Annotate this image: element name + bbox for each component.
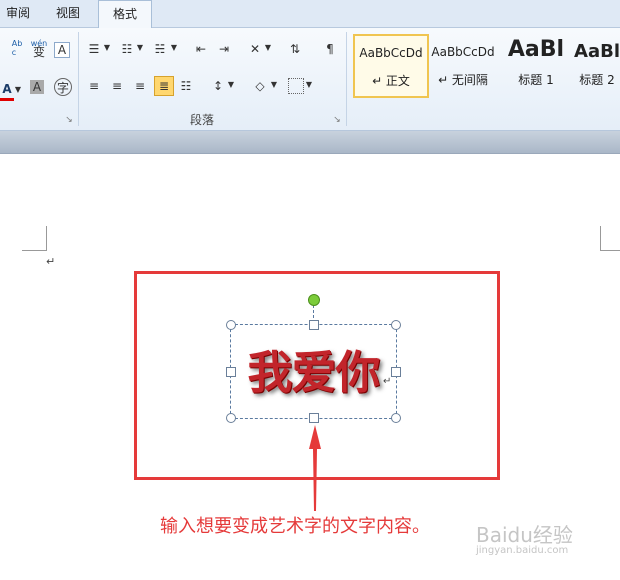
paragraph-group-label: 段落: [190, 113, 215, 127]
resize-handle-top[interactable]: [309, 320, 319, 330]
increase-indent-icon[interactable]: ⇥: [216, 41, 232, 57]
font-color-icon[interactable]: A: [0, 80, 14, 101]
chevron-down-icon[interactable]: ▼: [136, 43, 144, 52]
style-label: ↵ 正文: [372, 74, 410, 88]
ruler-bar: [0, 131, 620, 154]
watermark-logo: Baidu经验: [476, 523, 573, 547]
char-border-icon[interactable]: A: [54, 42, 70, 58]
shading-bucket-icon[interactable]: ◇: [252, 78, 268, 94]
rotate-handle[interactable]: [308, 294, 320, 306]
distribute-icon[interactable]: ☷: [178, 78, 194, 94]
chevron-down-icon[interactable]: ▼: [103, 43, 111, 52]
style-sample: AaBl: [574, 41, 620, 62]
crop-mark-left: [22, 226, 47, 251]
phonetic-guide-icon[interactable]: Ab c: [8, 39, 26, 57]
numbering-icon[interactable]: ☷: [119, 41, 135, 57]
align-center-icon[interactable]: ≡: [109, 78, 125, 94]
multilevel-list-icon[interactable]: ☵: [152, 41, 168, 57]
ribbon-tabs: 审阅 视图 格式: [0, 0, 620, 28]
separator: [346, 32, 347, 126]
style-label: ↵ 无间隔: [438, 73, 488, 87]
dialog-launcher-icon[interactable]: ↘: [332, 115, 342, 125]
char-shading-icon[interactable]: A: [30, 80, 44, 94]
style-sample: AaBbCcDd: [359, 46, 423, 60]
style-heading-1[interactable]: AaBl 标题 1: [499, 34, 573, 96]
sort-icon[interactable]: ⇅: [287, 41, 303, 57]
line-spacing-icon[interactable]: ↕: [210, 78, 226, 94]
wordart-text[interactable]: 我爱你: [241, 336, 386, 401]
tab-review[interactable]: 审阅: [6, 4, 30, 21]
pinyin-icon[interactable]: wén 变: [30, 39, 48, 59]
borders-icon[interactable]: [288, 78, 304, 94]
watermark-url: jingyan.baidu.com: [476, 545, 569, 556]
style-sample: AaBbCcDd: [431, 45, 495, 59]
resize-handle-bottom[interactable]: [309, 413, 319, 423]
paragraph-mark: ↵: [383, 376, 392, 387]
dialog-launcher-icon[interactable]: ↘: [64, 115, 74, 125]
chevron-down-icon[interactable]: ▼: [170, 43, 178, 52]
ribbon: Ab c wén 变 A A ▼ A 字 ↘ ☰ ▼ ☷ ▼ ☵ ▼ ⇤ ⇥ ✕ …: [0, 28, 620, 131]
tab-view[interactable]: 视图: [56, 4, 80, 21]
chevron-down-icon[interactable]: ▼: [14, 85, 22, 94]
chevron-down-icon[interactable]: ▼: [264, 43, 272, 52]
decrease-indent-icon[interactable]: ⇤: [193, 41, 209, 57]
separator: [78, 32, 79, 126]
resize-handle-right[interactable]: [391, 367, 401, 377]
style-label: 标题 1: [518, 73, 554, 87]
resize-handle-top-right[interactable]: [391, 320, 401, 330]
resize-handle-bottom-right[interactable]: [391, 413, 401, 423]
enclose-char-icon[interactable]: 字: [54, 78, 72, 96]
arrow-icon: [309, 425, 321, 511]
align-left-icon[interactable]: ≡: [86, 78, 102, 94]
paragraph-mark: ↵: [46, 255, 56, 268]
crop-mark-right: [600, 226, 620, 251]
style-no-spacing[interactable]: AaBbCcDd ↵ 无间隔: [426, 34, 500, 96]
caption-text: 输入想要变成艺术字的文字内容。: [160, 516, 430, 537]
chinese-layout-icon[interactable]: ✕: [247, 41, 263, 57]
tab-format[interactable]: 格式: [98, 0, 153, 28]
style-normal[interactable]: AaBbCcDd ↵ 正文: [353, 34, 429, 98]
justify-icon[interactable]: ≣: [154, 76, 174, 96]
style-heading-2[interactable]: AaBl 标题 2: [572, 34, 620, 96]
show-marks-icon[interactable]: ¶: [322, 41, 338, 57]
resize-handle-bottom-left[interactable]: [226, 413, 236, 423]
chevron-down-icon[interactable]: ▼: [227, 80, 235, 89]
align-right-icon[interactable]: ≡: [132, 78, 148, 94]
chevron-down-icon[interactable]: ▼: [270, 80, 278, 89]
style-sample: AaBl: [507, 37, 565, 62]
pinyin-char: 变: [32, 45, 45, 59]
chevron-down-icon[interactable]: ▼: [305, 80, 313, 89]
resize-handle-left[interactable]: [226, 367, 236, 377]
style-label: 标题 2: [579, 73, 615, 87]
resize-handle-top-left[interactable]: [226, 320, 236, 330]
bullets-icon[interactable]: ☰: [86, 41, 102, 57]
